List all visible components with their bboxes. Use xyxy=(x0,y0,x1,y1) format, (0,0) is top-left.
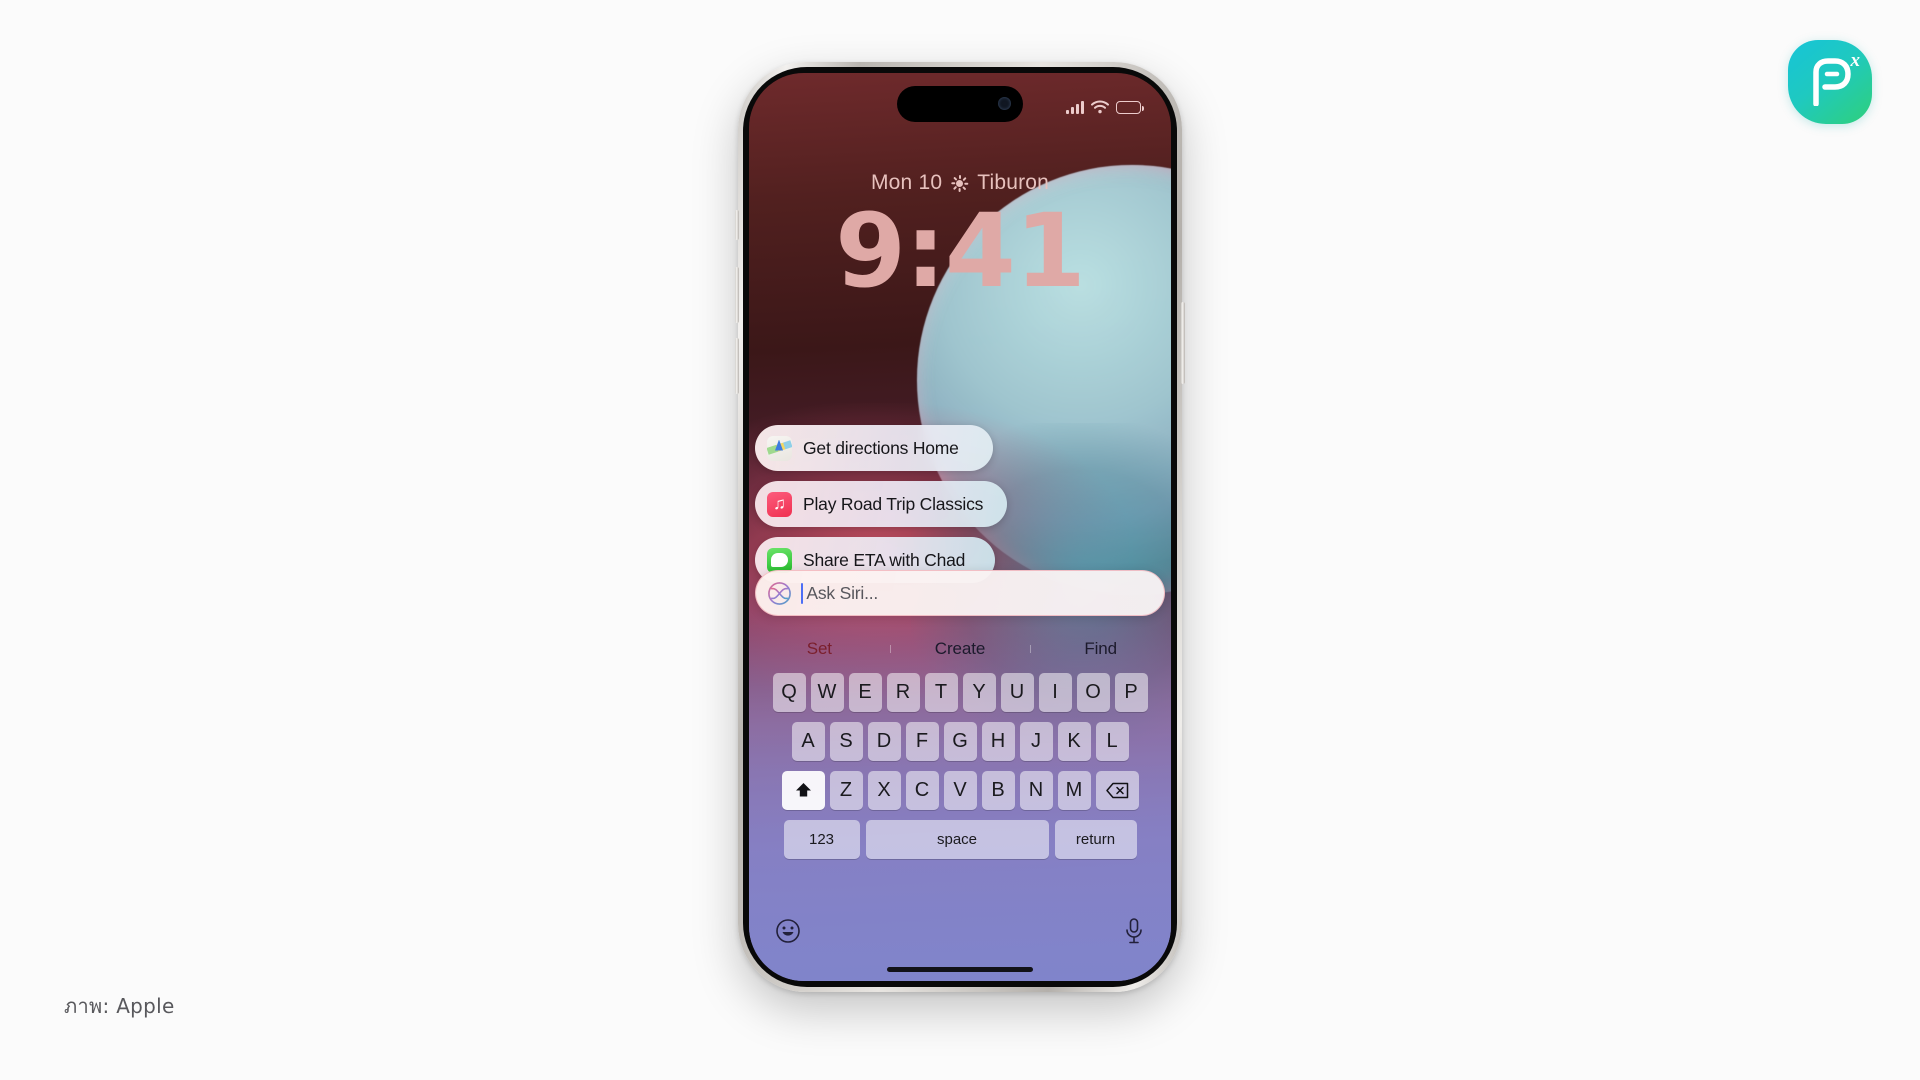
siri-suggestion-label: Get directions Home xyxy=(803,437,959,458)
siri-orb-icon xyxy=(768,581,791,605)
keyboard-bottom-bar xyxy=(749,911,1171,951)
key-c[interactable]: C xyxy=(905,771,939,810)
prediction-create[interactable]: Create xyxy=(889,639,1031,659)
shift-arrow-glyph xyxy=(795,783,811,797)
key-s[interactable]: S xyxy=(829,722,863,761)
keyboard-row-3: Z X C V B N M xyxy=(752,771,1168,810)
key-u[interactable]: U xyxy=(1000,673,1034,712)
keyboard-row-4: 123 space return xyxy=(752,820,1168,859)
key-n[interactable]: N xyxy=(1019,771,1053,810)
volume-down-button[interactable] xyxy=(735,338,739,394)
key-b[interactable]: B xyxy=(981,771,1015,810)
key-j[interactable]: J xyxy=(1019,722,1053,761)
keyboard-row-1: Q W E R T Y U I O P xyxy=(752,673,1168,712)
key-m[interactable]: M xyxy=(1057,771,1091,810)
messages-app-icon xyxy=(767,547,792,573)
space-key[interactable]: space xyxy=(865,820,1049,859)
key-y[interactable]: Y xyxy=(962,673,996,712)
device-screen: Mon 10 Tiburon 9:41 Get directions Home … xyxy=(749,73,1171,981)
logo-p-glyph xyxy=(1813,58,1851,106)
backspace-glyph xyxy=(1105,782,1128,799)
text-cursor xyxy=(801,582,804,604)
key-e[interactable]: E xyxy=(848,673,882,712)
key-z[interactable]: Z xyxy=(829,771,863,810)
prediction-set[interactable]: Set xyxy=(749,639,890,659)
key-a[interactable]: A xyxy=(791,722,825,761)
key-x[interactable]: X xyxy=(867,771,901,810)
front-camera-icon xyxy=(998,97,1011,110)
backspace-key-icon[interactable] xyxy=(1095,771,1139,810)
key-v[interactable]: V xyxy=(943,771,977,810)
power-button[interactable] xyxy=(1181,302,1185,384)
key-g[interactable]: G xyxy=(943,722,977,761)
predictive-text-bar: Set Create Find xyxy=(749,628,1171,670)
return-key[interactable]: return xyxy=(1054,820,1137,859)
ask-siri-input[interactable]: Ask Siri... xyxy=(755,570,1165,616)
shift-key-icon[interactable] xyxy=(781,771,825,810)
numeric-key[interactable]: 123 xyxy=(783,820,860,859)
siri-suggestion-pill[interactable]: Play Road Trip Classics xyxy=(755,481,1007,527)
key-l[interactable]: L xyxy=(1095,722,1129,761)
home-indicator[interactable] xyxy=(887,967,1033,972)
key-i[interactable]: I xyxy=(1038,673,1072,712)
volume-up-button[interactable] xyxy=(735,267,739,323)
emoji-key-icon[interactable] xyxy=(775,918,801,944)
ask-siri-placeholder: Ask Siri... xyxy=(806,582,879,603)
key-r[interactable]: R xyxy=(886,673,920,712)
onscreen-keyboard: Q W E R T Y U I O P A S D F G H J K L Z … xyxy=(749,673,1171,869)
action-button[interactable] xyxy=(735,210,739,240)
lock-screen-clock: 9:41 xyxy=(835,192,1086,311)
maps-app-icon xyxy=(767,435,792,461)
key-d[interactable]: D xyxy=(867,722,901,761)
key-t[interactable]: T xyxy=(924,673,958,712)
key-p[interactable]: P xyxy=(1114,673,1148,712)
siri-suggestions-list: Get directions Home Play Road Trip Class… xyxy=(749,425,1171,593)
key-w[interactable]: W xyxy=(810,673,844,712)
battery-icon xyxy=(1116,100,1144,114)
key-k[interactable]: K xyxy=(1057,722,1091,761)
prediction-find[interactable]: Find xyxy=(1030,639,1171,659)
music-app-icon xyxy=(767,491,792,517)
siri-suggestion-label: Play Road Trip Classics xyxy=(803,493,984,514)
image-credit-caption: ภาพ: Apple xyxy=(64,994,175,1018)
siri-suggestion-pill[interactable]: Get directions Home xyxy=(755,425,993,471)
dynamic-island[interactable] xyxy=(897,86,1023,122)
wifi-icon xyxy=(1091,100,1109,114)
app-logo: x xyxy=(1788,40,1872,124)
iphone-device: Mon 10 Tiburon 9:41 Get directions Home … xyxy=(735,62,1185,992)
screenshot-canvas: x ภาพ: Apple Mon 10 Tiburon 9:41 Get dir… xyxy=(0,0,1920,1080)
key-f[interactable]: F xyxy=(905,722,939,761)
siri-suggestion-label: Share ETA with Chad xyxy=(803,549,966,570)
key-q[interactable]: Q xyxy=(772,673,806,712)
logo-tile: x xyxy=(1788,40,1872,124)
logo-superscript: x xyxy=(1850,50,1861,71)
sun-icon xyxy=(951,174,969,192)
microphone-key-icon[interactable] xyxy=(1123,917,1145,945)
keyboard-row-2: A S D F G H J K L xyxy=(752,722,1168,761)
key-o[interactable]: O xyxy=(1076,673,1110,712)
key-h[interactable]: H xyxy=(981,722,1015,761)
cellular-signal-icon xyxy=(1066,100,1084,114)
